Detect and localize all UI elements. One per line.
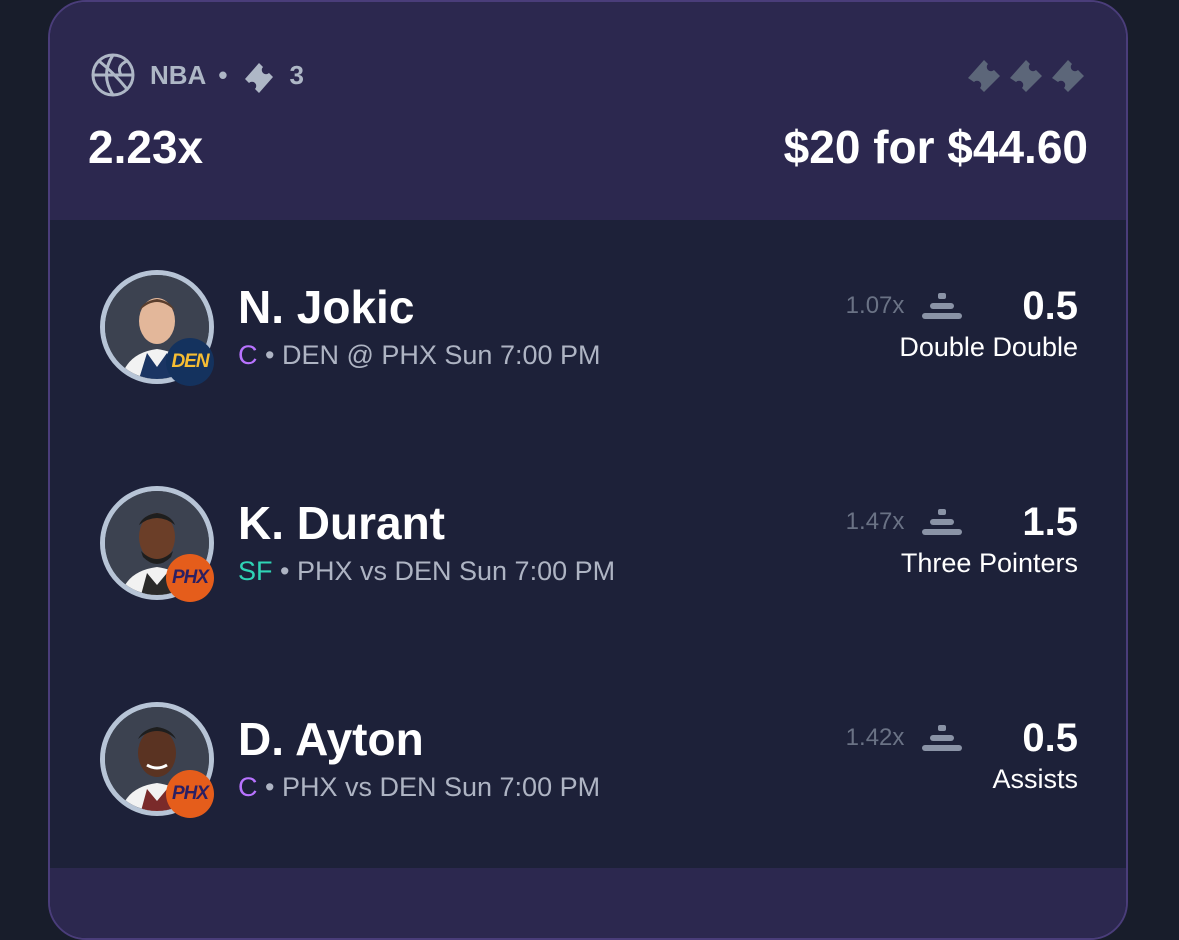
player-position: C <box>238 772 258 802</box>
team-badge: PHX <box>166 770 214 818</box>
player-game-info: C • DEN @ PHX Sun 7:00 PM <box>238 340 601 371</box>
line-value: 1.5 <box>1022 499 1078 544</box>
line-value: 0.5 <box>1022 283 1078 328</box>
player-avatar: PHX <box>100 702 214 818</box>
ticket-icon <box>1010 60 1042 92</box>
pick-line: 1.47x 1.5 Three Pointers <box>846 494 1078 579</box>
ticket-stack <box>964 52 1088 94</box>
league-label: NBA <box>150 59 207 90</box>
stacked-lines-icon <box>922 293 963 319</box>
ticket-icon <box>1052 60 1084 92</box>
pick-multiplier: 1.07x <box>845 292 905 319</box>
player-position: SF <box>238 556 273 586</box>
player-avatar: PHX <box>100 486 214 602</box>
stat-type: Double Double <box>899 332 1078 362</box>
pick-row[interactable]: DEN N. Jokic C • DEN @ PHX Sun 7:00 PM 1… <box>50 270 1126 400</box>
entry-card[interactable]: NBA • 3 2.23x $20 for $44.60 DEN N. Joki… <box>48 0 1128 940</box>
meta-separator: • <box>218 59 228 90</box>
player-game-info: SF • PHX vs DEN Sun 7:00 PM <box>238 556 615 587</box>
team-badge: DEN <box>166 338 214 386</box>
ticket-icon <box>968 60 1000 92</box>
player-position: C <box>238 340 258 370</box>
pick-line: 1.07x 0.5 Double Double <box>846 278 1078 363</box>
pick-multiplier: 1.47x <box>845 508 905 535</box>
stacked-lines-icon <box>922 509 963 535</box>
game-details: • PHX vs DEN Sun 7:00 PM <box>265 772 601 802</box>
entry-multiplier: 2.23x <box>88 121 204 173</box>
entry-header: NBA • 3 2.23x $20 for $44.60 <box>50 2 1126 220</box>
ticket-count: 3 <box>289 59 304 90</box>
entry-payout: $20 for $44.60 <box>783 121 1088 173</box>
game-details: • DEN @ PHX Sun 7:00 PM <box>265 340 601 370</box>
entry-footer <box>50 868 1126 938</box>
entry-meta: NBA • 3 <box>90 52 304 98</box>
stacked-lines-icon <box>922 725 963 751</box>
pick-row[interactable]: PHX K. Durant SF • PHX vs DEN Sun 7:00 P… <box>50 486 1126 616</box>
basketball-icon <box>91 53 135 97</box>
pick-multiplier: 1.42x <box>845 724 905 751</box>
player-game-info: C • PHX vs DEN Sun 7:00 PM <box>238 772 600 803</box>
stat-type: Assists <box>992 764 1078 794</box>
stat-type: Three Pointers <box>900 548 1078 578</box>
line-value: 0.5 <box>1022 715 1078 760</box>
player-avatar: DEN <box>100 270 214 386</box>
player-name: K. Durant <box>238 497 445 549</box>
team-badge: PHX <box>166 554 214 602</box>
pick-row[interactable]: PHX D. Ayton C • PHX vs DEN Sun 7:00 PM … <box>50 702 1126 832</box>
ticket-icon <box>245 63 274 93</box>
player-name: N. Jokic <box>238 281 415 333</box>
pick-line: 1.42x 0.5 Assists <box>846 710 1078 795</box>
player-name: D. Ayton <box>238 713 424 765</box>
game-details: • PHX vs DEN Sun 7:00 PM <box>280 556 616 586</box>
